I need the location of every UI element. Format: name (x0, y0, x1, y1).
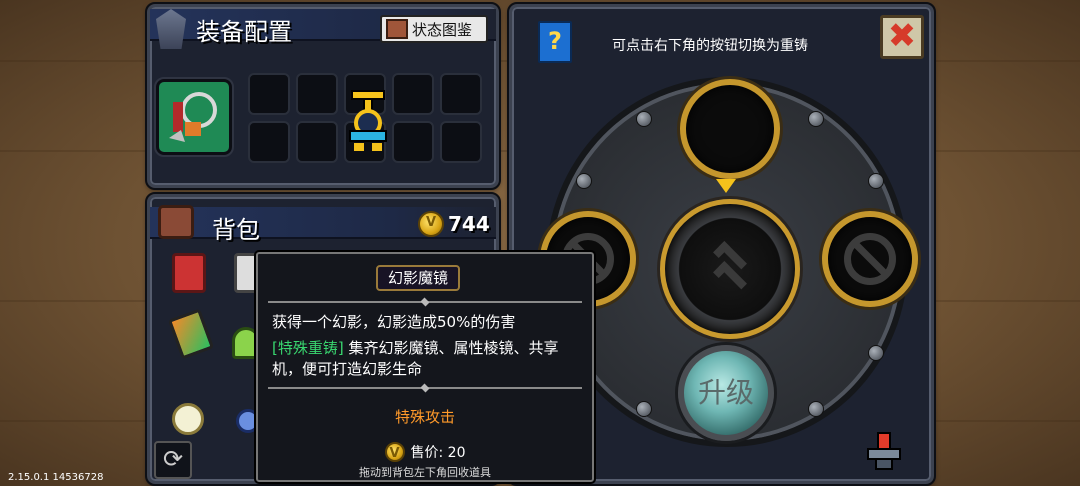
recycle-hint: 拖动到背包左下角回收道具 (359, 466, 491, 479)
codex-book-icon (386, 19, 408, 39)
bag-item-lamp[interactable] (172, 403, 204, 435)
coin-icon (418, 211, 444, 237)
anvil-icon (867, 432, 901, 470)
backpack-icon (158, 205, 194, 239)
item-type: 特殊攻击 (394, 408, 455, 426)
top-input-slot[interactable] (680, 79, 780, 179)
reforge-hint: 可点击右下角的按钮切换为重铸 (612, 38, 808, 54)
weapon-slot[interactable] (154, 77, 234, 157)
rivet (636, 401, 652, 417)
rivet (636, 111, 652, 127)
coin-counter: 744 (418, 211, 490, 237)
equip-slot[interactable] (296, 121, 338, 163)
item-price: 售价: 20 (410, 445, 466, 461)
rivet (868, 345, 884, 361)
bag-item-arrow[interactable] (167, 308, 215, 360)
upgrade-button[interactable]: 升级 (678, 345, 774, 441)
backpack-title: 背包 (212, 216, 260, 244)
right-input-slot[interactable] (822, 211, 918, 307)
version-label: 2.15.0.1 14536728 (8, 472, 104, 483)
equipment-title: 装备配置 (196, 18, 292, 46)
disabled-icon (844, 233, 896, 285)
equip-slot[interactable] (392, 73, 434, 115)
item-tooltip: 幻影魔镜 获得一个幻影，幻影造成50%的伤害 [特殊重铸] 集齐幻影魔镜、属性棱… (254, 250, 596, 484)
item-description: 获得一个幻影，幻影造成50%的伤害 (272, 313, 516, 331)
rivet (808, 111, 824, 127)
close-button[interactable]: ✖ (880, 15, 924, 59)
equip-slot[interactable] (440, 73, 482, 115)
item-price-row: 售价: 20 (258, 442, 592, 462)
equip-slot[interactable] (248, 73, 290, 115)
equip-slot[interactable] (248, 121, 290, 163)
help-book-icon[interactable]: ? (538, 21, 572, 63)
center-gear (660, 199, 800, 339)
level-badge-icon[interactable] (346, 87, 390, 157)
divider (268, 298, 582, 306)
reforge-tag: [特殊重铸] (272, 339, 344, 357)
equip-slot[interactable] (392, 121, 434, 163)
item-name: 幻影魔镜 (376, 265, 461, 291)
coin-count: 744 (448, 212, 490, 236)
refresh-icon: ⟳ (162, 445, 184, 473)
coin-icon (384, 442, 405, 462)
arrow-down-icon (716, 179, 736, 193)
upgrade-label: 升级 (697, 376, 754, 409)
status-codex-button[interactable]: 状态图鉴 (380, 15, 488, 43)
anvil-toggle-button[interactable] (864, 431, 904, 473)
equip-slot[interactable] (296, 73, 338, 115)
whip-weapon-icon (169, 92, 217, 142)
recycle-button[interactable]: ⟳ (154, 441, 192, 479)
close-icon: ✖ (887, 16, 917, 56)
equip-slot[interactable] (440, 121, 482, 163)
item-reforge-info: [特殊重铸] 集齐幻影魔镜、属性棱镜、共享机，便可打造幻影生命 (272, 338, 580, 380)
codex-button-label: 状态图鉴 (412, 20, 473, 39)
rivet (868, 173, 884, 189)
divider (268, 384, 582, 392)
equipment-panel: 装备配置 状态图鉴 (145, 2, 501, 190)
rivet (808, 401, 824, 417)
rivet (576, 173, 592, 189)
bag-item-red-book[interactable] (172, 253, 206, 293)
